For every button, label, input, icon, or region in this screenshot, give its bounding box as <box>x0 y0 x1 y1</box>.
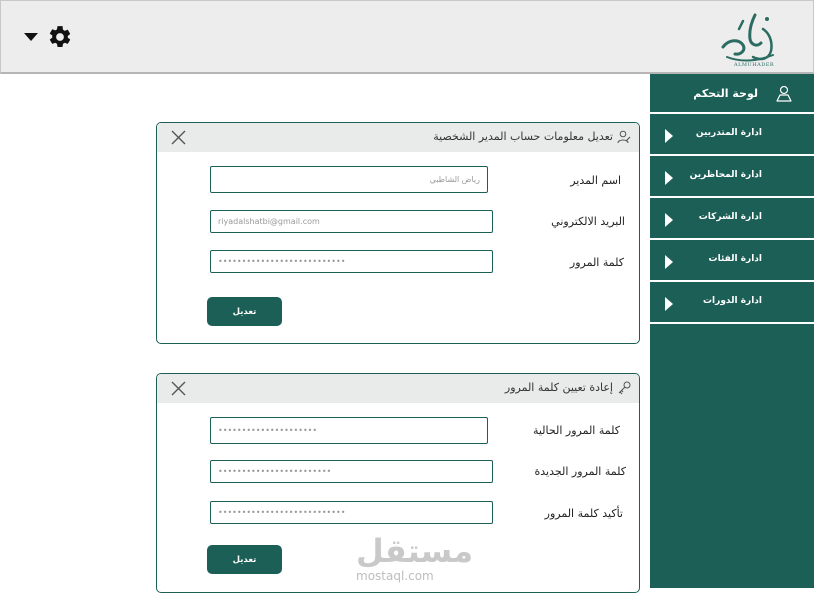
sidebar-item-label: ادارة الشركات <box>698 212 762 222</box>
caret-right-icon <box>665 297 673 311</box>
field-label-manager-name: اسم المدير <box>570 174 621 187</box>
sidebar-header-dashboard[interactable]: لوحة التحكم <box>650 74 814 114</box>
sidebar-item-label: ادارة الدورات <box>703 296 762 306</box>
sidebar-item-lecturers[interactable]: ادارة المحاظرين <box>650 158 814 198</box>
panel-title: تعديل معلومات حساب المدير الشخصية <box>433 130 613 143</box>
field-label-confirm-password: تأكيد كلمة المرور <box>544 507 623 520</box>
close-icon[interactable] <box>171 130 186 145</box>
field-label-email: البريد الالكتروني <box>551 215 625 228</box>
user-icon <box>776 85 792 102</box>
new-password-input[interactable] <box>210 460 493 483</box>
field-label-current-password: كلمة المرور الحالية <box>532 424 620 437</box>
caret-right-icon <box>665 129 673 143</box>
dropdown-caret-icon[interactable] <box>24 33 38 41</box>
current-password-input[interactable] <box>210 417 488 444</box>
password-input[interactable] <box>210 250 493 273</box>
update-account-button[interactable]: تعديل <box>207 297 282 326</box>
field-label-new-password: كلمة المرور الجديدة <box>534 465 626 478</box>
sidebar-item-companies[interactable]: ادارة الشركات <box>650 200 814 240</box>
confirm-password-input[interactable] <box>210 501 493 524</box>
logo-caption: ALMUHADER <box>734 62 775 68</box>
sidebar-item-label: ادارة المتدربين <box>695 128 762 138</box>
sidebar-item-categories[interactable]: ادارة الفئات <box>650 242 814 282</box>
caret-right-icon <box>665 213 673 227</box>
update-password-button[interactable]: تعديل <box>207 545 282 574</box>
caret-right-icon <box>665 255 673 269</box>
top-bar: ALMUHADER <box>0 0 814 74</box>
watermark-url: mostaql.com <box>356 569 434 583</box>
close-icon[interactable] <box>171 381 186 396</box>
panel-header: إعادة تعيين كلمة المرور <box>157 374 639 403</box>
panel-title: إعادة تعيين كلمة المرور <box>504 381 613 394</box>
gear-icon[interactable] <box>47 24 73 50</box>
key-icon <box>618 381 631 395</box>
account-info-panel: تعديل معلومات حساب المدير الشخصية اسم ال… <box>156 122 640 344</box>
sidebar-item-courses[interactable]: ادارة الدورات <box>650 284 814 324</box>
user-edit-icon <box>617 130 631 144</box>
watermark: مستقل mostaql.com <box>352 532 473 588</box>
sidebar-item-trainees[interactable]: ادارة المتدربين <box>650 116 814 156</box>
watermark-text: مستقل <box>356 532 474 570</box>
sidebar: لوحة التحكم ادارة المتدربين ادارة المحاظ… <box>650 74 814 588</box>
sidebar-item-label: ادارة المحاظرين <box>689 170 762 180</box>
manager-name-input[interactable] <box>210 166 488 193</box>
panel-header: تعديل معلومات حساب المدير الشخصية <box>157 123 639 152</box>
caret-right-icon <box>665 171 673 185</box>
sidebar-header-label: لوحة التحكم <box>693 87 758 100</box>
sidebar-item-label: ادارة الفئات <box>708 254 762 264</box>
email-input[interactable] <box>210 210 493 233</box>
field-label-password: كلمة المرور <box>569 256 624 269</box>
